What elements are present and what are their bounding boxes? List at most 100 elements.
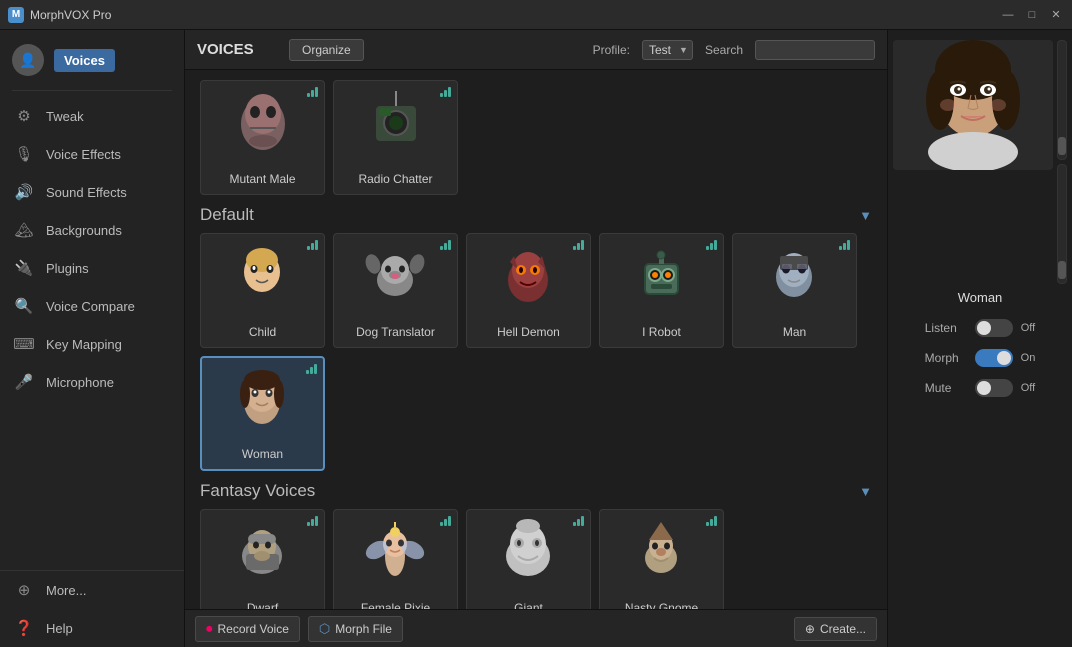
voice-img-giant <box>467 510 590 590</box>
mute-control: Mute Off <box>919 379 1041 397</box>
morph-label: Morph <box>925 351 967 365</box>
voices-button[interactable]: Voices <box>54 49 115 72</box>
record-icon: ⏺ <box>206 621 213 637</box>
voice-img-man <box>733 234 856 314</box>
sidebar-item-sound-effects[interactable]: 🔊 Sound Effects <box>0 173 184 211</box>
microphone-icon: 🎤 <box>14 372 34 392</box>
morph-toggle-knob <box>997 351 1011 365</box>
help-icon: ❓ <box>14 618 34 638</box>
listen-toggle[interactable] <box>975 319 1013 337</box>
morph-icon: ⬡ <box>319 621 330 637</box>
morph-toggle[interactable] <box>975 349 1013 367</box>
restore-button[interactable]: □ <box>1024 7 1040 23</box>
voice-card-female-pixie[interactable]: Female Pixie <box>333 509 458 609</box>
sidebar-item-tweak[interactable]: ⚙ Tweak <box>0 97 184 135</box>
voice-img-child <box>201 234 324 314</box>
sidebar-item-label-key-mapping: Key Mapping <box>46 337 122 352</box>
morph-status: On <box>1021 352 1036 364</box>
morph-control: Morph On <box>919 349 1042 367</box>
topbar: VOICES Organize Profile: Test Search <box>185 30 887 70</box>
voice-label-mutant: Mutant Male <box>229 172 295 186</box>
default-section-arrow[interactable]: ▼ <box>859 208 872 223</box>
sidebar-item-voice-compare[interactable]: 🔍 Voice Compare <box>0 287 184 325</box>
voice-card-dwarf[interactable]: Dwarf <box>200 509 325 609</box>
sidebar-item-plugins[interactable]: 🔌 Plugins <box>0 249 184 287</box>
morph-file-button[interactable]: ⬡ Morph File <box>308 616 403 642</box>
listen-toggle-knob <box>977 321 991 335</box>
voice-card-radio-chatter[interactable]: Radio Chatter <box>333 80 458 195</box>
default-section-header: Default ▼ <box>200 205 872 225</box>
app-icon: M <box>8 7 24 23</box>
voice-card-man[interactable]: Man <box>732 233 857 348</box>
voice-card-nasty-gnome[interactable]: Nasty Gnome <box>599 509 724 609</box>
search-input[interactable] <box>755 40 875 60</box>
bottom-actions: ⏺ Record Voice ⬡ Morph File <box>195 616 403 642</box>
voice-card-i-robot[interactable]: I Robot <box>599 233 724 348</box>
slider-thumb-1 <box>1058 137 1066 155</box>
backgrounds-icon: 🏔 <box>14 220 34 240</box>
voice-card-child[interactable]: Child <box>200 233 325 348</box>
voice-label-demon: Hell Demon <box>497 325 560 339</box>
tweak-icon: ⚙ <box>14 106 34 126</box>
voice-effects-icon: 🎙 <box>14 144 34 164</box>
voice-img-dwarf <box>201 510 324 590</box>
listen-control: Listen Off <box>919 319 1041 337</box>
voice-img-robot <box>600 234 723 314</box>
right-panel: Woman Listen Off Morph On Mute Off <box>887 30 1072 647</box>
voice-label-woman-default: Woman <box>242 447 283 461</box>
minimize-button[interactable]: — <box>1000 7 1016 23</box>
voice-label-child: Child <box>249 325 276 339</box>
voice-compare-icon: 🔍 <box>14 296 34 316</box>
slider-thumb-2 <box>1058 261 1066 279</box>
create-button[interactable]: ⊕ Create... <box>794 617 877 641</box>
voice-img-pixie <box>334 510 457 590</box>
more-icon: ⊕ <box>14 580 34 600</box>
voice-card-woman[interactable]: Woman <box>200 356 325 471</box>
organize-button[interactable]: Organize <box>289 39 364 61</box>
fantasy-grid: Dwarf <box>200 509 872 609</box>
mute-label: Mute <box>925 381 967 395</box>
sidebar-item-voice-effects[interactable]: 🎙 Voice Effects <box>0 135 184 173</box>
main-content: VOICES Organize Profile: Test Search <box>185 30 887 647</box>
voice-label-robot: I Robot <box>642 325 681 339</box>
sidebar-item-label-more: More... <box>46 583 86 598</box>
fantasy-section-arrow[interactable]: ▼ <box>859 484 872 499</box>
sidebar-item-help[interactable]: ❓ Help <box>0 609 184 647</box>
right-panel-slider-2[interactable] <box>1057 164 1067 284</box>
app-title: MorphVOX Pro <box>30 8 1000 22</box>
sidebar-item-backgrounds[interactable]: 🏔 Backgrounds <box>0 211 184 249</box>
voice-label-radio: Radio Chatter <box>358 172 432 186</box>
sidebar-item-label-tweak: Tweak <box>46 109 84 124</box>
default-grid: Child <box>200 233 872 471</box>
voice-img-dog <box>334 234 457 314</box>
voice-card-dog-translator[interactable]: Dog Translator <box>333 233 458 348</box>
voice-card-hell-demon[interactable]: Hell Demon <box>466 233 591 348</box>
voice-card-giant[interactable]: Giant <box>466 509 591 609</box>
voices-area: Mutant Male <box>185 70 887 609</box>
profile-select-wrap: Test <box>642 40 693 60</box>
default-section-label: Default <box>200 205 254 225</box>
close-button[interactable]: ✕ <box>1048 7 1064 23</box>
app-body: 👤 Voices ⚙ Tweak 🎙 Voice Effects 🔊 Sound… <box>0 30 1072 647</box>
sidebar-item-label-microphone: Microphone <box>46 375 114 390</box>
mute-toggle[interactable] <box>975 379 1013 397</box>
sidebar-divider-top <box>12 90 172 91</box>
sidebar-header: 👤 Voices <box>0 36 184 84</box>
sidebar-item-more[interactable]: ⊕ More... <box>0 571 184 609</box>
voice-label-man: Man <box>783 325 806 339</box>
voice-card-mutant-male[interactable]: Mutant Male <box>200 80 325 195</box>
right-panel-slider-1[interactable] <box>1057 40 1067 160</box>
profile-label: Profile: <box>593 43 630 57</box>
voice-label-gnome: Nasty Gnome <box>625 601 698 609</box>
preview-voice-name: Woman <box>958 290 1003 305</box>
voice-img-radio <box>334 81 457 161</box>
profile-select[interactable]: Test <box>642 40 693 60</box>
record-voice-button[interactable]: ⏺ Record Voice <box>195 616 300 642</box>
sidebar-bottom: ⊕ More... ❓ Help <box>0 570 184 647</box>
titlebar: M MorphVOX Pro — □ ✕ <box>0 0 1072 30</box>
section-title: VOICES <box>197 41 277 58</box>
mute-toggle-knob <box>977 381 991 395</box>
fantasy-section-label: Fantasy Voices <box>200 481 315 501</box>
sidebar-item-key-mapping[interactable]: ⌨ Key Mapping <box>0 325 184 363</box>
sidebar-item-microphone[interactable]: 🎤 Microphone <box>0 363 184 401</box>
